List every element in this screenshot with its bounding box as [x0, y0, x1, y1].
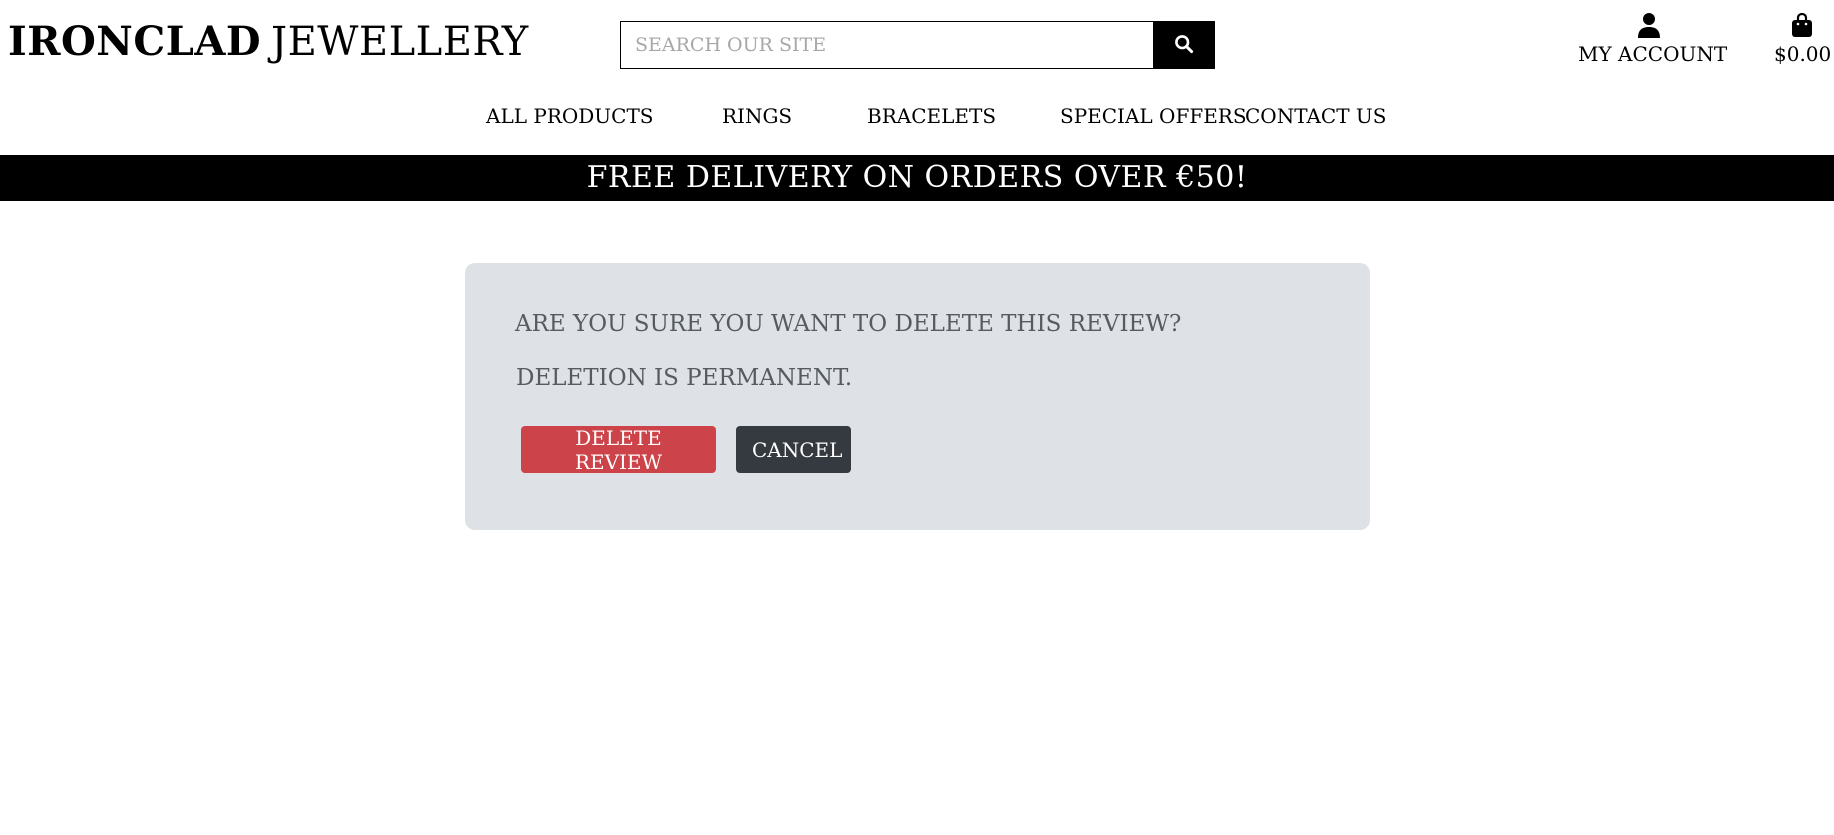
logo-name-strong: IRONCLAD: [8, 18, 262, 65]
site-logo[interactable]: IRONCLAD JEWELLERY: [8, 14, 529, 70]
shopping-bag-icon: [1774, 12, 1830, 38]
confirm-question: ARE YOU SURE YOU WANT TO DELETE THIS REV…: [515, 311, 1182, 337]
shopping-bag-link[interactable]: $0.00: [1774, 12, 1832, 66]
delivery-banner: FREE DELIVERY ON ORDERS OVER €50!: [0, 155, 1834, 201]
my-account-label: MY ACCOUNT: [1578, 42, 1728, 66]
delivery-banner-text: FREE DELIVERY ON ORDERS OVER €50!: [586, 160, 1248, 195]
site-header: IRONCLADJEWELLERY MY ACCOUNT: [0, 0, 1834, 155]
main-nav: ALL PRODUCTS RINGS BRACELETS SPECIAL OFF…: [0, 104, 1834, 136]
nav-item-contact-us[interactable]: CONTACT US: [1245, 104, 1386, 128]
confirm-note: DELETION IS PERMANENT.: [516, 365, 853, 391]
nav-item-bracelets[interactable]: BRACELETS: [867, 104, 996, 128]
delete-review-button[interactable]: DELETE REVIEW: [521, 426, 716, 474]
bag-total: $0.00: [1774, 42, 1832, 66]
search-input[interactable]: [620, 21, 1153, 69]
search-button[interactable]: [1153, 21, 1215, 69]
search-form: [620, 21, 1215, 69]
logo-name-light: JEWELLERY: [271, 19, 529, 65]
cancel-button[interactable]: CANCEL: [736, 426, 851, 473]
delete-confirmation-panel: ARE YOU SURE YOU WANT TO DELETE THIS REV…: [465, 263, 1370, 530]
nav-item-all-products[interactable]: ALL PRODUCTS: [486, 104, 654, 128]
nav-item-rings[interactable]: RINGS: [722, 104, 792, 128]
search-icon: [1174, 34, 1194, 57]
user-icon: [1578, 12, 1720, 38]
nav-item-special-offers[interactable]: SPECIAL OFFERS: [1060, 104, 1247, 128]
my-account-link[interactable]: MY ACCOUNT: [1578, 12, 1728, 66]
